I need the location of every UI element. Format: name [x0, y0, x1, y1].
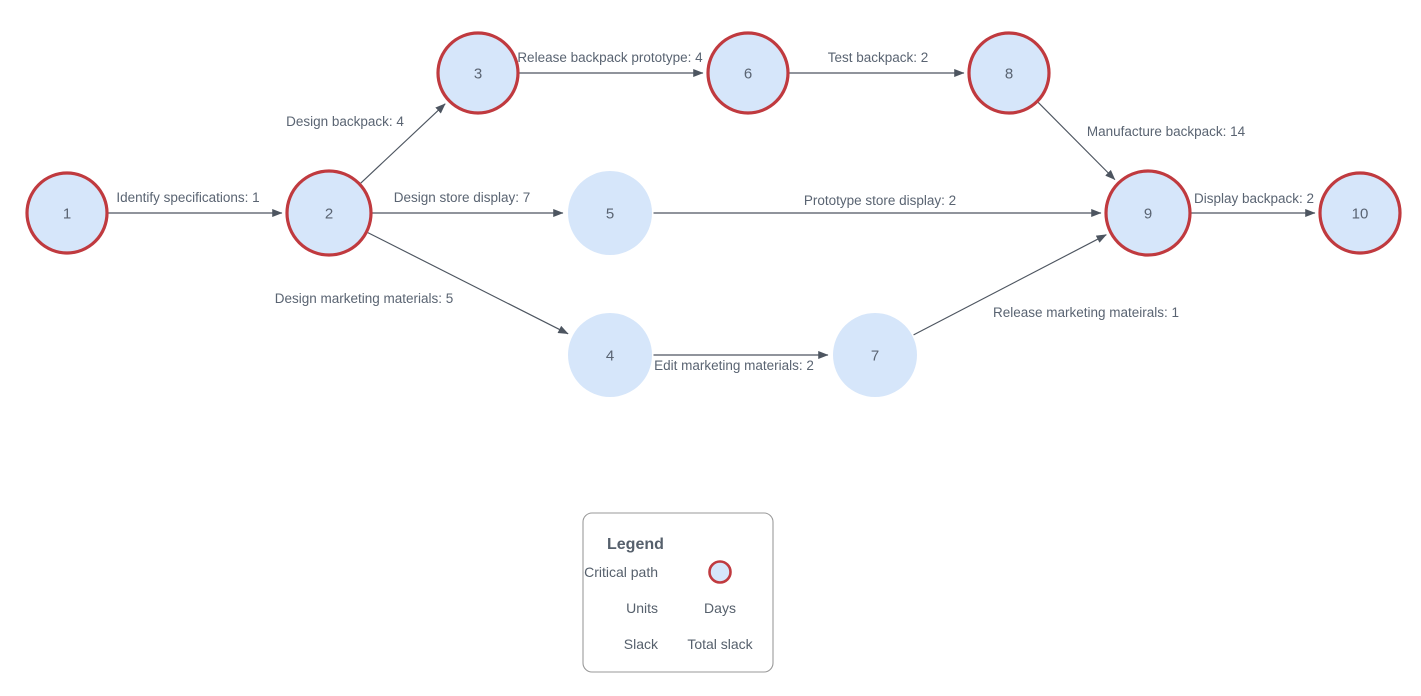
edge-label-2-to-3: Design backpack: 4	[286, 114, 404, 129]
legend-title: Legend	[607, 536, 664, 553]
edge-label-6-to-8: Test backpack: 2	[828, 50, 929, 65]
edge-label-8-to-9: Manufacture backpack: 14	[1087, 124, 1246, 139]
edge-label-3-to-6: Release backpack prototype: 4	[517, 50, 703, 65]
node-6[interactable]: 6	[706, 31, 790, 115]
edge-label-1-to-2: Identify specifications: 1	[116, 190, 259, 205]
node-label-5: 5	[606, 206, 614, 223]
network-graph: 1 2 3 4 5 6 7 8 9 10 Identify specifications: 1 De…	[25, 31, 1402, 673]
legend-critical-path-swatch-icon	[708, 560, 732, 584]
node-label-10: 10	[1352, 206, 1369, 223]
edge-label-7-to-9: Release marketing mateirals: 1	[993, 305, 1179, 320]
node-label-6: 6	[744, 66, 752, 83]
node-9[interactable]: 9	[1104, 169, 1192, 257]
pert-diagram-canvas: 1 2 3 4 5 6 7 8 9 10 Identify specifications: 1 De…	[0, 0, 1421, 696]
node-5[interactable]: 5	[568, 171, 652, 255]
edge-label-9-to-10: Display backpack: 2	[1194, 191, 1314, 206]
edge-label-2-to-5: Design store display: 7	[394, 190, 531, 205]
node-3[interactable]: 3	[436, 31, 520, 115]
node-label-2: 2	[325, 206, 333, 223]
node-7[interactable]: 7	[833, 313, 917, 397]
legend-row-critical-path-left-label: Critical path	[584, 564, 658, 580]
edge-label-5-to-9: Prototype store display: 2	[804, 193, 956, 208]
nodes-layer: 1 2 3 4 5 6 7 8 9 10	[25, 31, 1402, 397]
legend-row-slack-total-left-label: Slack	[624, 636, 659, 652]
node-4[interactable]: 4	[568, 313, 652, 397]
legend-row-units-days-left-label: Units	[626, 600, 658, 616]
node-10[interactable]: 10	[1318, 171, 1402, 255]
node-2[interactable]: 2	[285, 169, 373, 257]
legend-row-slack-total-right-label: Total slack	[687, 636, 753, 652]
edge-label-2-to-4: Design marketing materials: 5	[275, 291, 454, 306]
node-label-8: 8	[1005, 66, 1013, 83]
node-1[interactable]: 1	[25, 171, 109, 255]
node-label-1: 1	[63, 206, 71, 223]
edge-label-4-to-7: Edit marketing materials: 2	[654, 358, 814, 373]
node-8[interactable]: 8	[967, 31, 1051, 115]
node-label-7: 7	[871, 348, 879, 365]
edge-8-to-9	[1037, 102, 1116, 181]
node-label-9: 9	[1144, 206, 1152, 223]
node-label-3: 3	[474, 66, 482, 83]
legend-row-units-days-right-label: Days	[704, 600, 736, 616]
edge-2-to-4	[367, 232, 569, 335]
legend-panel: Legend Critical path Units Days Slack Total s…	[582, 512, 774, 673]
node-label-4: 4	[606, 348, 614, 365]
